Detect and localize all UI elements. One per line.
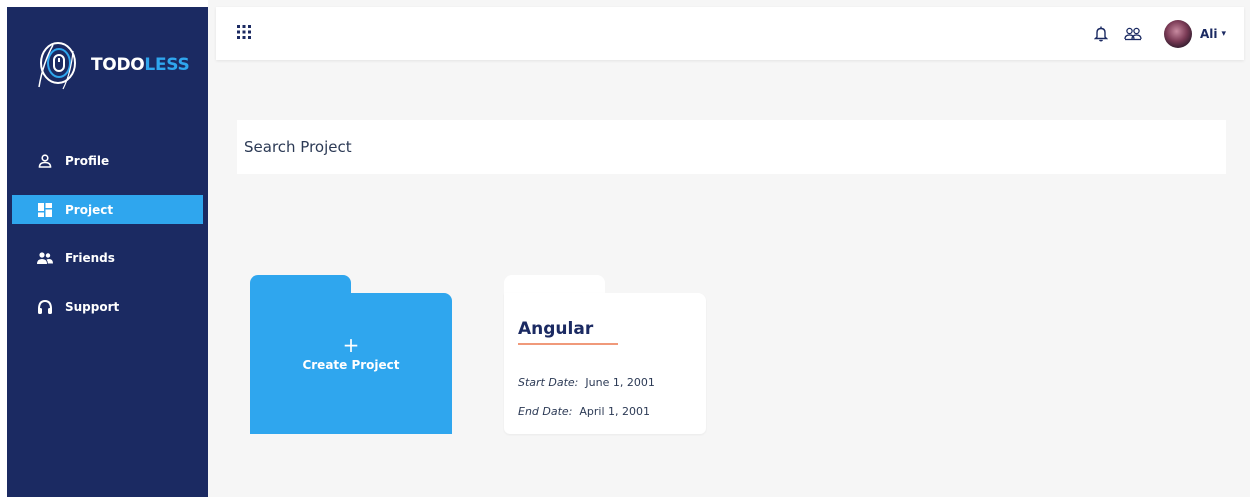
topbar: Ali ▾	[216, 7, 1244, 60]
chevron-down-icon[interactable]: ▾	[1221, 29, 1226, 39]
apps-grid-icon[interactable]	[237, 25, 251, 39]
brand-name-accent: LESS	[144, 55, 190, 75]
brand-name: TODOLESS	[91, 55, 190, 75]
people-icon[interactable]	[1124, 25, 1142, 43]
sidebar-item-label: Project	[65, 202, 114, 217]
project-title: Angular	[518, 319, 594, 339]
plus-icon: +	[342, 333, 360, 357]
sidebar-item-project[interactable]: Project	[12, 195, 203, 224]
headphones-icon	[37, 299, 53, 315]
sidebar-item-support[interactable]: Support	[12, 292, 203, 321]
users-icon	[37, 250, 53, 266]
sidebar-item-label: Profile	[65, 153, 110, 168]
title-underline	[518, 343, 618, 345]
search-project-label: Search Project	[244, 138, 352, 156]
create-project-label: Create Project	[302, 358, 400, 372]
topbar-actions: Ali ▾	[1092, 7, 1226, 60]
project-start-date: Start Date: June 1, 2001	[518, 376, 655, 389]
avatar[interactable]	[1163, 19, 1192, 48]
sidebar-item-friends[interactable]: Friends	[12, 243, 203, 272]
dashboard-icon	[37, 202, 53, 218]
end-date-value: April 1, 2001	[579, 405, 651, 418]
user-icon	[37, 153, 53, 169]
create-project-card[interactable]: + Create Project	[250, 275, 452, 434]
sidebar-item-profile[interactable]: Profile	[12, 146, 203, 175]
brand-name-main: TODO	[91, 55, 145, 75]
sidebar: TODOLESS Profile Project Friends Support	[7, 7, 208, 497]
search-project-bar[interactable]: Search Project	[237, 120, 1226, 174]
project-card[interactable]: Angular Start Date: June 1, 2001 End Dat…	[504, 275, 706, 434]
sidebar-item-label: Friends	[65, 250, 115, 265]
project-end-date: End Date: April 1, 2001	[518, 405, 650, 418]
user-name[interactable]: Ali	[1200, 27, 1218, 41]
end-date-label: End Date:	[518, 405, 573, 418]
brand-logo-icon	[38, 42, 76, 90]
start-date-value: June 1, 2001	[585, 376, 655, 389]
brand[interactable]: TODOLESS	[33, 33, 190, 97]
main-content: Ali ▾ Search Project + Create Project An…	[208, 0, 1250, 497]
sidebar-item-label: Support	[65, 299, 120, 314]
start-date-label: Start Date:	[518, 376, 579, 389]
bell-icon[interactable]	[1092, 25, 1110, 43]
